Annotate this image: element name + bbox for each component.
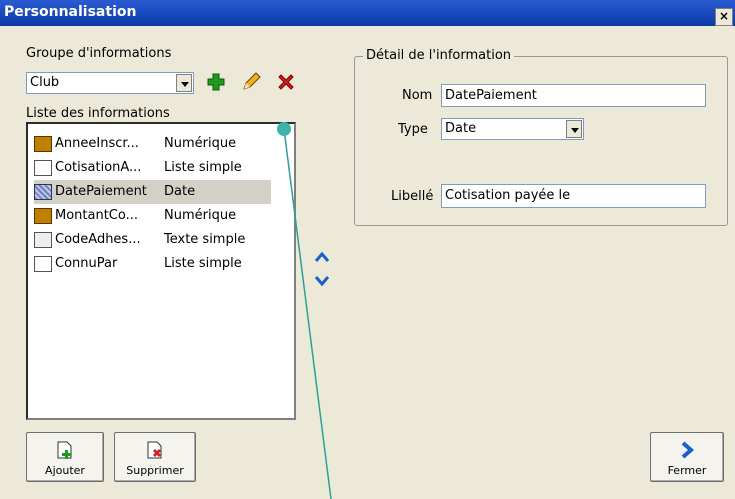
- edit-group-icon[interactable]: [240, 72, 262, 92]
- list-item-type: Liste simple: [164, 160, 242, 175]
- list-item-type: Numérique: [164, 136, 237, 151]
- list-item[interactable]: MontantCo... Numérique: [34, 204, 271, 228]
- groupe-select[interactable]: Club: [26, 72, 194, 94]
- move-up-icon[interactable]: [314, 250, 330, 264]
- type-select-value: Date: [445, 121, 477, 136]
- fermer-label: Fermer: [667, 464, 707, 477]
- supprimer-button[interactable]: Supprimer: [114, 432, 196, 482]
- delete-document-icon: [147, 441, 162, 459]
- list-item-name: AnneeInscr...: [55, 136, 139, 151]
- libelle-field[interactable]: Cotisation payée le: [441, 184, 706, 208]
- numeric-icon: [34, 136, 52, 152]
- list-item-selected[interactable]: DatePaiement Date: [34, 180, 271, 204]
- groupe-select-value: Club: [30, 75, 60, 90]
- title-bar: Personnalisation ×: [0, 0, 735, 26]
- supprimer-label: Supprimer: [126, 464, 184, 477]
- chevron-down-icon[interactable]: [176, 74, 192, 92]
- move-down-icon[interactable]: [314, 274, 330, 288]
- liste-label: Liste des informations: [26, 106, 170, 121]
- list-item-type: Numérique: [164, 208, 237, 223]
- list-icon: [34, 160, 52, 176]
- list-item-name: MontantCo...: [55, 208, 139, 223]
- groupe-label: Groupe d'informations: [26, 46, 172, 61]
- ajouter-label: Ajouter: [45, 464, 85, 477]
- window-title: Personnalisation: [4, 4, 137, 20]
- list-item-type: Texte simple: [164, 232, 246, 247]
- type-select[interactable]: Date: [441, 118, 584, 140]
- list-item-type: Date: [164, 184, 196, 199]
- detail-legend: Détail de l'information: [363, 48, 515, 63]
- list-item[interactable]: CotisationA... Liste simple: [34, 156, 271, 180]
- close-button[interactable]: ×: [715, 8, 733, 26]
- chevron-down-icon[interactable]: [566, 120, 582, 138]
- chevron-right-icon: [681, 441, 695, 459]
- list-item-type: Liste simple: [164, 256, 242, 271]
- ajouter-button[interactable]: Ajouter: [26, 432, 104, 482]
- list-item[interactable]: AnneeInscr... Numérique: [34, 132, 271, 156]
- fermer-button[interactable]: Fermer: [650, 432, 724, 482]
- numeric-icon: [34, 208, 52, 224]
- list-item[interactable]: ConnuPar Liste simple: [34, 252, 271, 276]
- nom-field[interactable]: DatePaiement: [441, 84, 706, 107]
- list-item-name: CodeAdhes...: [55, 232, 141, 247]
- list-item-name: DatePaiement: [55, 184, 147, 199]
- date-icon: [34, 184, 52, 200]
- delete-group-icon[interactable]: [276, 72, 296, 92]
- nom-label: Nom: [402, 88, 433, 103]
- add-document-icon: [57, 441, 72, 459]
- type-label: Type: [398, 122, 428, 137]
- list-item-name: CotisationA...: [55, 160, 142, 175]
- text-icon: [34, 232, 52, 248]
- libelle-label: Libellé: [391, 189, 434, 204]
- list-item-name: ConnuPar: [55, 256, 118, 271]
- info-listbox[interactable]: AnneeInscr... Numérique CotisationA... L…: [26, 122, 296, 420]
- list-icon: [34, 256, 52, 272]
- list-item[interactable]: CodeAdhes... Texte simple: [34, 228, 271, 252]
- add-group-icon[interactable]: [206, 72, 226, 92]
